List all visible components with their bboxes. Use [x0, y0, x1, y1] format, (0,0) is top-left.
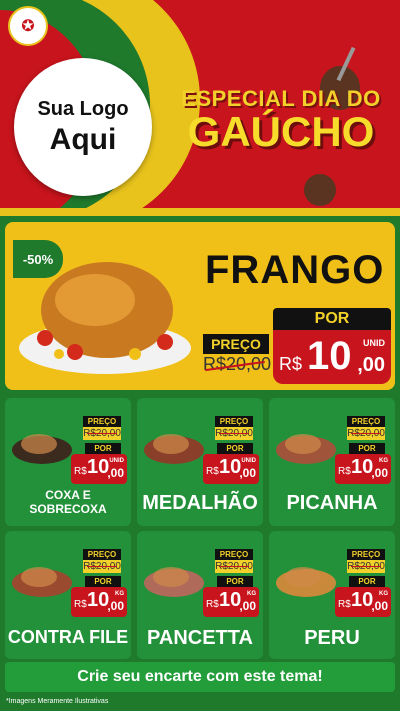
preco-label: PREÇO: [215, 549, 253, 560]
preco-label: PREÇO: [83, 416, 121, 427]
price-integer: 10: [307, 334, 352, 378]
por-label: POR: [349, 576, 385, 587]
old-price: R$20,00: [203, 354, 271, 375]
por-label: POR: [217, 576, 253, 587]
logo-line2: Aqui: [49, 122, 117, 156]
create-flyer-button[interactable]: Crie seu encarte com este tema!: [5, 662, 395, 692]
price-unit: UNID: [241, 458, 256, 464]
por-label: POR: [217, 443, 253, 454]
currency: R$: [74, 599, 87, 610]
price-unit: UNID: [109, 458, 124, 464]
price-integer: 10: [351, 456, 374, 478]
product-name: PICANHA: [286, 492, 378, 514]
price-integer: 10: [219, 589, 242, 611]
logo-placeholder[interactable]: Sua Logo Aqui: [14, 58, 152, 196]
preco-label: PREÇO: [347, 549, 385, 560]
price-tag: R$ 10 KG ,00: [335, 454, 391, 484]
old-price: R$20,00: [215, 560, 253, 573]
price-cents: ,00: [239, 466, 256, 480]
disclaimer: *Imagens Meramente Ilustrativas: [6, 698, 109, 705]
por-label: POR: [273, 308, 391, 330]
product-name: PANCETTA: [147, 627, 253, 649]
product-card[interactable]: PREÇOR$20,00 POR R$10UNID ,00COXA E SOBRECO…: [5, 398, 131, 526]
old-price: R$20,00: [347, 427, 385, 440]
price-integer: 10: [219, 456, 242, 478]
chimarrao-icon-2: [304, 174, 336, 206]
price-tag: R$ 10 KG ,00: [203, 587, 259, 617]
currency: R$: [206, 466, 219, 477]
product-card[interactable]: PREÇOR$20,00 POR R$10UNID ,00 MEDALHÃO: [137, 398, 263, 526]
price-cents: ,00: [239, 599, 256, 613]
old-price: R$20,00: [347, 560, 385, 573]
preco-label: PREÇO: [215, 416, 253, 427]
product-card[interactable]: PREÇOR$20,00 POR R$10 KG ,00 PICANHA: [269, 398, 395, 526]
price-cents: ,00: [107, 466, 124, 480]
meat-icon: [12, 567, 72, 597]
product-name: CONTRA FILE: [7, 627, 129, 647]
old-price: R$20,00: [215, 427, 253, 440]
preco-label: PREÇO: [203, 334, 269, 354]
title-main: GAÚCHO: [187, 108, 375, 155]
price-integer: 10: [351, 589, 374, 611]
header-banner: ✪ Sua Logo Aqui ESPECIAL DIA DO GAÚCHO: [0, 0, 400, 212]
currency: R$: [279, 354, 303, 374]
price-cents: ,00: [107, 599, 124, 613]
price-tag: R$ 10 KG ,00: [71, 587, 127, 617]
pork-icon: [144, 567, 204, 597]
page-title: ESPECIAL DIA DO GAÚCHO: [166, 86, 396, 155]
price-tag: R$ 10 KG ,00: [335, 587, 391, 617]
por-label: POR: [85, 443, 121, 454]
skewer-icon: [144, 434, 204, 464]
steak-icon: [276, 434, 336, 464]
currency: R$: [338, 466, 351, 477]
chicken-thigh-icon: [12, 434, 72, 464]
price-unit: KG: [247, 591, 256, 597]
price-cents: ,00: [371, 599, 388, 613]
por-label: POR: [85, 576, 121, 587]
currency: R$: [206, 599, 219, 610]
price-cents: ,00: [357, 354, 385, 376]
divider-bar: [0, 208, 400, 216]
price-cents: ,00: [371, 466, 388, 480]
price-tag: R$ 10 UNID ,00: [203, 454, 259, 484]
currency: R$: [74, 466, 87, 477]
price-integer: 10: [87, 456, 110, 478]
preco-label: PREÇO: [83, 549, 121, 560]
old-price: R$20,00: [83, 560, 121, 573]
logo-line1: Sua Logo: [37, 97, 129, 120]
por-label: POR: [349, 443, 385, 454]
discount-badge: -50%: [13, 240, 63, 278]
rs-crest-icon: ✪: [8, 6, 48, 46]
old-price-box: PREÇO R$20,00: [203, 334, 271, 382]
price-tag: R$ 10 UNID ,00: [71, 454, 127, 484]
price-unit: KG: [115, 591, 124, 597]
featured-product-card[interactable]: -50% FRANGO PREÇO R$20,00 POR R$ 10 UNID…: [5, 222, 395, 390]
product-card[interactable]: PREÇOR$20,00 POR R$10 KG ,00 CONTRA FILE: [5, 531, 131, 659]
featured-product-name: FRANGO: [205, 248, 385, 292]
turkey-icon: [276, 567, 336, 597]
price-tag: R$ 10 UNID ,00: [273, 330, 391, 384]
product-name: COXA E SOBRECOXA: [29, 488, 107, 516]
price-unit: KG: [379, 458, 388, 464]
preco-label: PREÇO: [347, 416, 385, 427]
new-price-box: POR R$ 10 UNID ,00: [273, 308, 391, 386]
product-name: MEDALHÃO: [142, 492, 258, 514]
price-unit: UNID: [363, 338, 385, 348]
price-unit: KG: [379, 591, 388, 597]
old-price: R$20,00: [83, 427, 121, 440]
product-name: PERU: [304, 627, 360, 649]
product-card[interactable]: PREÇOR$20,00 POR R$10 KG ,00 PANCETTA: [137, 531, 263, 659]
currency: R$: [338, 599, 351, 610]
price-integer: 10: [87, 589, 110, 611]
product-card[interactable]: PREÇOR$20,00 POR R$10 KG ,00 PERU: [269, 531, 395, 659]
